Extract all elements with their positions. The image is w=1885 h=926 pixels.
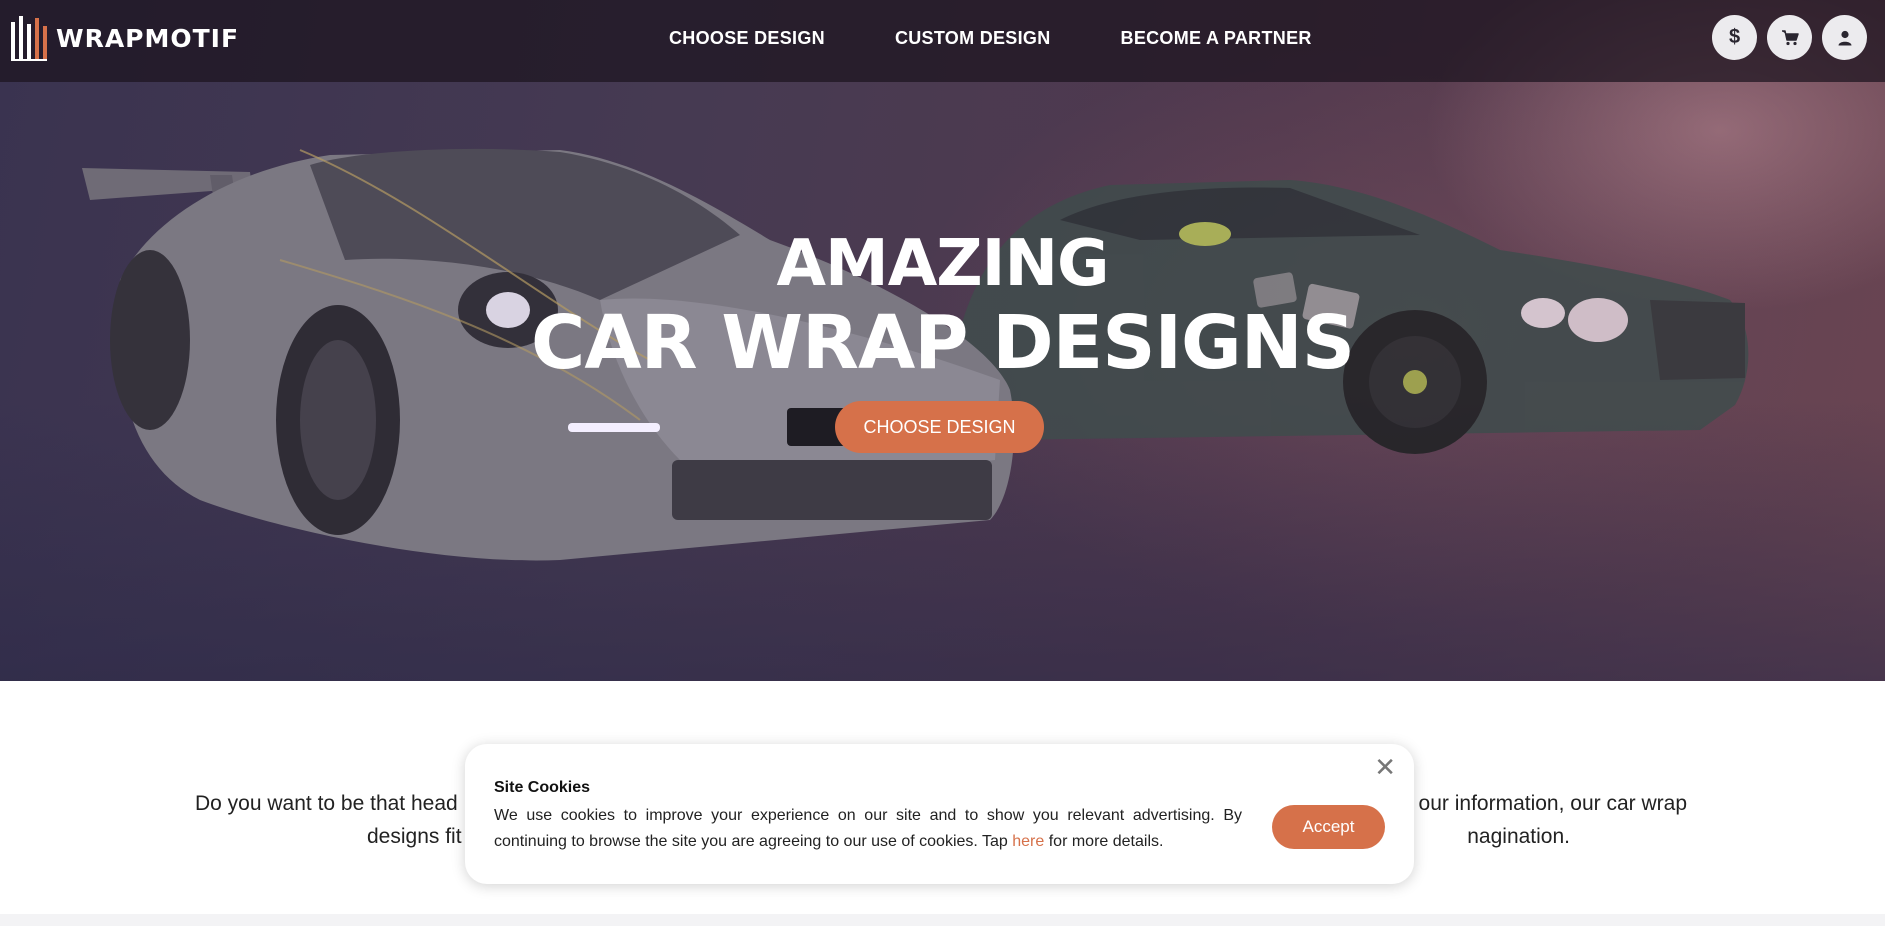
- cookie-accept-button[interactable]: Accept: [1272, 805, 1385, 849]
- nav-icon-group: $: [1702, 15, 1867, 60]
- hero-title-line1: AMAZING: [776, 227, 1109, 301]
- cookie-message: We use cookies to improve your experienc…: [494, 803, 1242, 855]
- hero-title: AMAZING CAR WRAP DESIGNS: [0, 226, 1885, 384]
- cart-icon: [1781, 29, 1799, 45]
- user-icon: [1838, 30, 1851, 45]
- intro-line2-right: nagination.: [1467, 825, 1570, 848]
- dollar-icon: $: [1728, 26, 1741, 48]
- intro-line2-left: designs fit: [367, 825, 462, 848]
- nav-custom-design[interactable]: CUSTOM DESIGN: [895, 28, 1051, 49]
- intro-line1-left: Do you want to be that head: [195, 792, 458, 815]
- close-icon[interactable]: ✕: [1374, 754, 1396, 780]
- brand-name: WRAPMOTIF: [56, 23, 240, 53]
- cart-button[interactable]: [1767, 15, 1812, 60]
- hero-banner: AMAZING CAR WRAP DESIGNS CHOOSE DESIGN: [0, 0, 1885, 681]
- hero-title-line2: CAR WRAP DESIGNS: [531, 300, 1355, 386]
- top-navbar: WRAPMOTIF CHOOSE DESIGN CUSTOM DESIGN BE…: [0, 0, 1885, 82]
- intro-line1-right: our information, our car wrap: [1418, 792, 1687, 815]
- cookie-text-after-link: for more details.: [1044, 833, 1164, 850]
- main-nav: CHOOSE DESIGN CUSTOM DESIGN BECOME A PAR…: [669, 28, 1382, 49]
- currency-button[interactable]: $: [1712, 15, 1757, 60]
- brand-logo[interactable]: WRAPMOTIF: [10, 14, 239, 62]
- nav-become-partner[interactable]: BECOME A PARTNER: [1121, 28, 1312, 49]
- account-button[interactable]: [1822, 15, 1867, 60]
- section-divider: [0, 914, 1885, 926]
- cookie-banner: Site Cookies We use cookies to improve y…: [465, 744, 1414, 884]
- cookie-details-link[interactable]: here: [1012, 833, 1044, 850]
- nav-choose-design[interactable]: CHOOSE DESIGN: [669, 28, 825, 49]
- wrapmotif-logo-icon: [11, 16, 47, 61]
- hero-choose-design-button[interactable]: CHOOSE DESIGN: [835, 401, 1044, 453]
- cookie-title: Site Cookies: [494, 779, 591, 796]
